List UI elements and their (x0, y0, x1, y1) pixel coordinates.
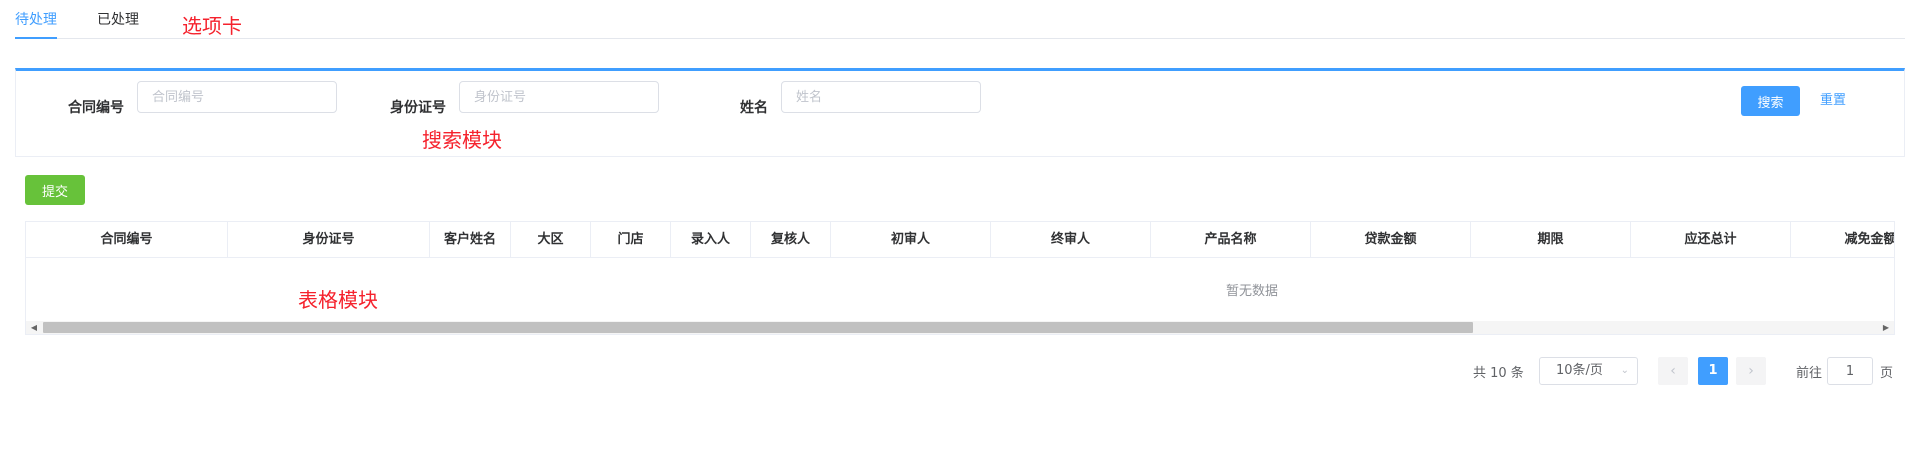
tab-processed[interactable]: 已处理 (97, 9, 139, 29)
reset-button[interactable]: 重置 (1820, 86, 1846, 116)
table-empty-text: 暂无数据 (1226, 284, 1279, 299)
pagination-total: 共 10 条 (1473, 366, 1524, 381)
annotation-search: 搜索模块 (422, 128, 502, 152)
contract-number-input[interactable] (137, 81, 337, 113)
chevron-right-icon: › (1748, 363, 1754, 379)
column-header[interactable]: 录入人 (671, 222, 751, 257)
column-header[interactable]: 产品名称 (1151, 222, 1311, 257)
chevron-down-icon: ⌄ (1620, 365, 1629, 376)
annotation-tabs: 选项卡 (182, 14, 242, 38)
tab-active-indicator (15, 37, 57, 39)
column-header[interactable]: 应还总计 (1631, 222, 1791, 257)
column-header[interactable]: 期限 (1471, 222, 1631, 257)
column-header[interactable]: 大区 (511, 222, 591, 257)
annotation-table: 表格模块 (298, 288, 378, 312)
column-header[interactable]: 门店 (591, 222, 671, 257)
page-size-select[interactable]: 10条/页 ⌄ (1539, 357, 1638, 385)
submit-button[interactable]: 提交 (25, 175, 85, 205)
name-label: 姓名 (740, 100, 768, 116)
column-header[interactable]: 合同编号 (26, 222, 228, 257)
page: 待处理 已处理 选项卡 合同编号 身份证号 姓名 搜索 重置 搜索模块 提交 合… (0, 0, 1913, 455)
page-number-button[interactable]: 1 (1698, 357, 1728, 385)
horizontal-scrollbar[interactable]: ◀ ▶ (26, 321, 1894, 334)
column-header[interactable]: 复核人 (751, 222, 831, 257)
scroll-right-arrow-icon[interactable]: ▶ (1880, 321, 1892, 334)
contract-number-label: 合同编号 (68, 100, 124, 116)
data-table: 合同编号 身份证号 客户姓名 大区 门店 录入人 复核人 初审人 终审人 产品名… (25, 221, 1895, 335)
column-header[interactable]: 贷款金额 (1311, 222, 1471, 257)
scrollbar-thumb[interactable] (43, 322, 1473, 333)
tab-pending[interactable]: 待处理 (15, 9, 57, 29)
name-input[interactable] (781, 81, 981, 113)
tab-bar: 待处理 已处理 (15, 0, 1905, 39)
scroll-left-arrow-icon[interactable]: ◀ (28, 321, 40, 334)
prev-page-button[interactable]: ‹ (1658, 357, 1688, 385)
page-unit-label: 页 (1880, 366, 1894, 381)
table-header: 合同编号 身份证号 客户姓名 大区 门店 录入人 复核人 初审人 终审人 产品名… (26, 222, 1894, 258)
goto-label: 前往 (1796, 366, 1823, 381)
goto-page-input[interactable] (1827, 357, 1873, 385)
column-header[interactable]: 减免金额 (1791, 222, 1894, 257)
id-number-label: 身份证号 (390, 100, 446, 116)
chevron-left-icon: ‹ (1670, 363, 1676, 379)
search-button[interactable]: 搜索 (1741, 86, 1800, 116)
id-number-input[interactable] (459, 81, 659, 113)
column-header[interactable]: 初审人 (831, 222, 991, 257)
page-size-value: 10条/页 (1556, 363, 1603, 378)
next-page-button[interactable]: › (1736, 357, 1766, 385)
column-header[interactable]: 终审人 (991, 222, 1151, 257)
column-header[interactable]: 身份证号 (228, 222, 430, 257)
column-header[interactable]: 客户姓名 (430, 222, 511, 257)
